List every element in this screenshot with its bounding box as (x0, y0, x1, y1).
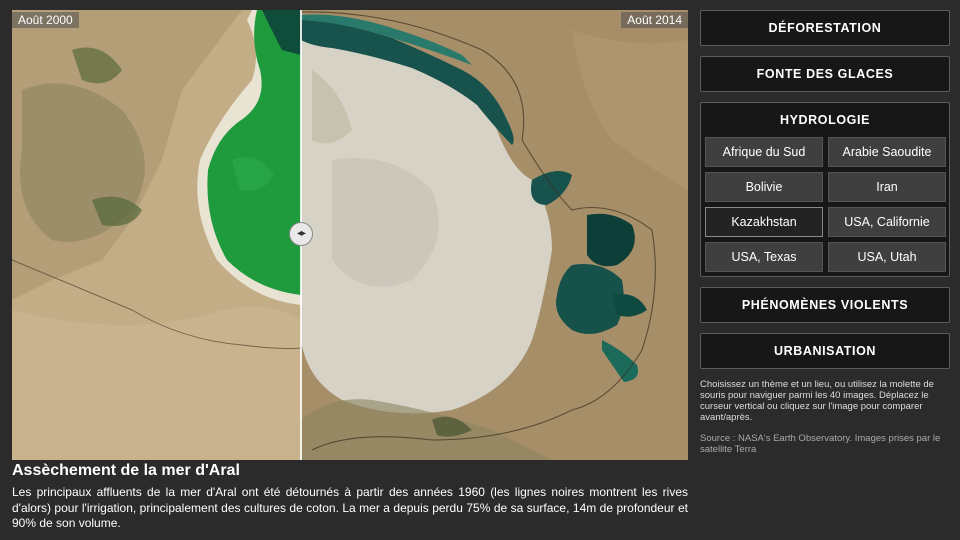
location-button-iran[interactable]: Iran (828, 172, 946, 202)
theme-deforestation-button[interactable]: DÉFORESTATION (700, 10, 950, 46)
caption-text: Les principaux affluents de la mer d'Ara… (12, 485, 688, 530)
theme-hydrology-button[interactable]: HYDROLOGIE (705, 103, 945, 137)
caption-title: Assèchement de la mer d'Aral (12, 462, 240, 479)
help-text: Choisissez un thème et un lieu, ou utili… (700, 379, 934, 423)
theme-hydrology-panel: HYDROLOGIE Afrique du Sud Arabie Saoudit… (700, 102, 950, 277)
slider-handle[interactable]: ◂▸ (289, 222, 313, 246)
location-button-usa-texas[interactable]: USA, Texas (705, 242, 823, 272)
location-button-saudi-arabia[interactable]: Arabie Saoudite (828, 137, 946, 167)
theme-violent-button[interactable]: PHÉNOMÈNES VIOLENTS (700, 287, 950, 323)
location-button-south-africa[interactable]: Afrique du Sud (705, 137, 823, 167)
before-date-label: Août 2000 (12, 12, 79, 28)
location-button-usa-utah[interactable]: USA, Utah (828, 242, 946, 272)
comparison-viewer[interactable]: Août 2000 Août 2014 ◂▸ (12, 10, 688, 460)
left-right-arrows-icon: ◂▸ (296, 228, 306, 239)
theme-sidebar: DÉFORESTATION FONTE DES GLACES HYDROLOGI… (700, 10, 950, 455)
satellite-image[interactable] (12, 10, 688, 460)
location-button-usa-california[interactable]: USA, Californie (828, 207, 946, 237)
theme-glaciers-button[interactable]: FONTE DES GLACES (700, 56, 950, 92)
location-button-kazakhstan[interactable]: Kazakhstan (705, 207, 823, 237)
theme-urbanisation-button[interactable]: URBANISATION (700, 333, 950, 369)
location-grid: Afrique du Sud Arabie Saoudite Bolivie I… (705, 137, 946, 272)
location-button-bolivia[interactable]: Bolivie (705, 172, 823, 202)
image-caption: Assèchement de la mer d'Aral Les princip… (12, 462, 688, 532)
source-text: Source : NASA's Earth Observatory. Image… (700, 433, 941, 455)
after-date-label: Août 2014 (621, 12, 688, 28)
